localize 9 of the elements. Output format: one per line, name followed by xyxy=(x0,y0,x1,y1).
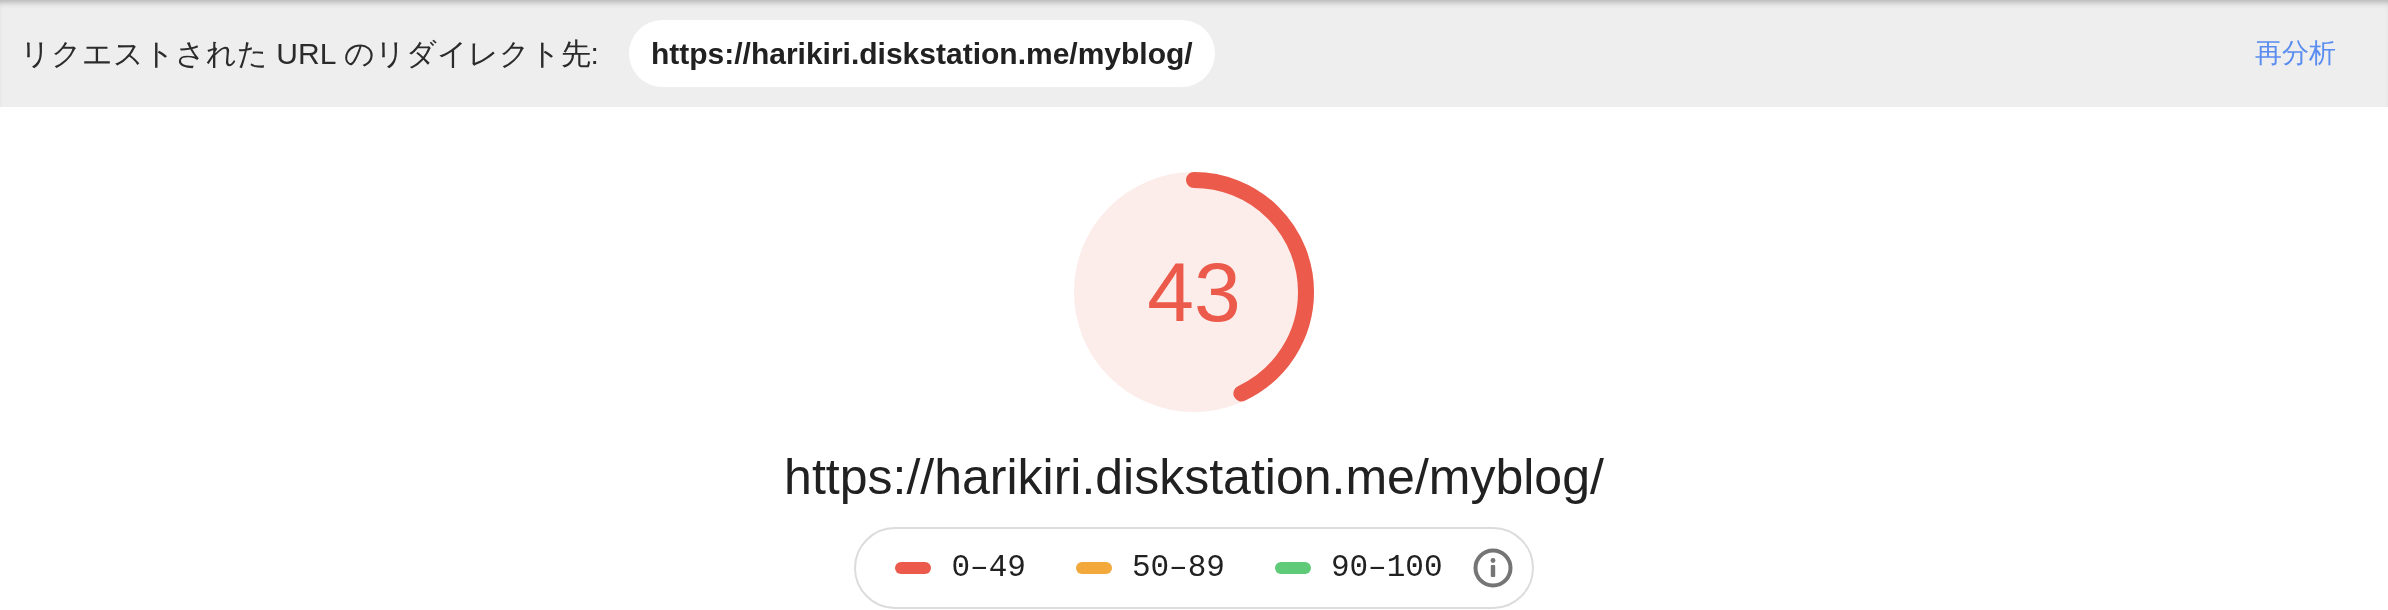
range-label: 90–100 xyxy=(1330,548,1443,587)
range-label: 50–89 xyxy=(1131,548,1225,587)
info-icon[interactable] xyxy=(1472,548,1513,588)
reanalyze-link[interactable]: 再分析 xyxy=(2255,33,2336,74)
redirect-label: リクエストされた URL のリダイレクト先: xyxy=(20,36,599,72)
page-url: https://harikiri.diskstation.me/myblog/ xyxy=(784,448,1604,507)
range-label: 0–49 xyxy=(951,548,1026,587)
score-value: 43 xyxy=(1147,250,1241,334)
redirect-url: https://harikiri.diskstation.me/myblog/ xyxy=(628,20,1215,87)
